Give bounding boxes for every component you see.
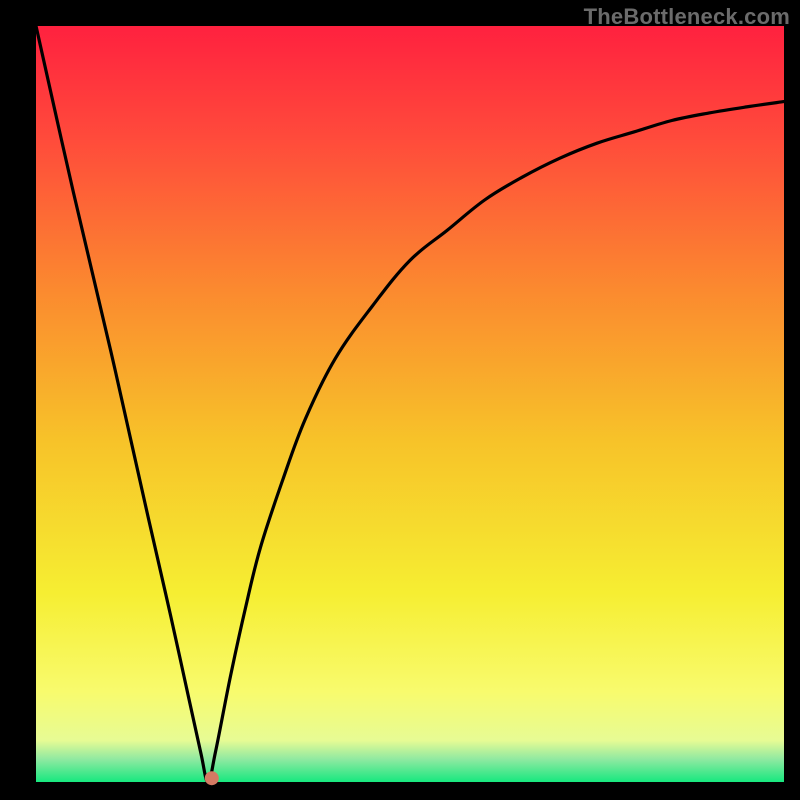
plot-area [36,26,784,782]
minimum-marker [205,771,219,785]
watermark-text: TheBottleneck.com [584,4,790,30]
chart-frame: TheBottleneck.com [0,0,800,800]
bottleneck-chart [0,0,800,800]
